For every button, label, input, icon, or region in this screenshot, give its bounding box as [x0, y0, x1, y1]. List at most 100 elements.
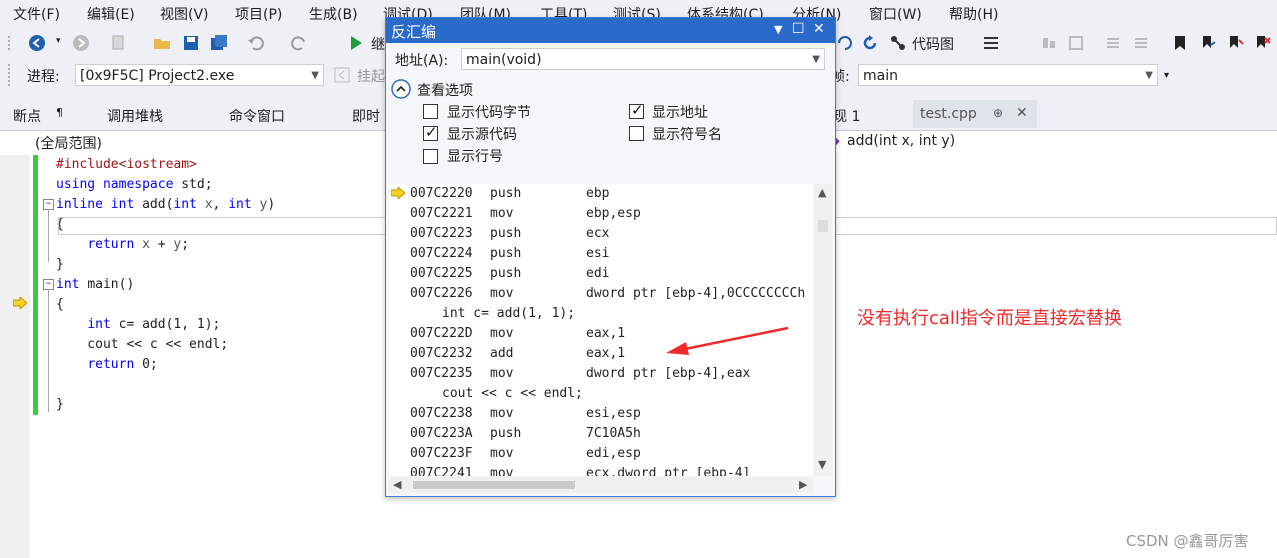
continue-icon[interactable]: [347, 34, 365, 52]
disassembly-title: 反汇编: [391, 23, 437, 41]
menu-build[interactable]: 生成(B): [309, 4, 358, 24]
continue-label[interactable]: 继: [371, 34, 385, 54]
new-project-icon[interactable]: [110, 34, 128, 52]
asm-address: 007C2224: [410, 246, 473, 261]
code-token: return: [87, 357, 143, 372]
editor-gutter[interactable]: [0, 155, 30, 558]
tab-breakpoints[interactable]: 断点: [13, 106, 41, 126]
asm-operands: eax,1: [586, 326, 626, 341]
process-label: 进程:: [27, 69, 60, 85]
asm-opcode: push: [490, 186, 522, 201]
change-indicator: [33, 155, 38, 415]
chevron-down-icon: ▼: [812, 54, 820, 65]
collapse-icon[interactable]: −: [43, 279, 54, 290]
menu-view[interactable]: 视图(V): [160, 4, 209, 24]
window-position-icon[interactable]: ▼: [774, 23, 782, 36]
prev-bookmark-icon[interactable]: [1199, 34, 1217, 52]
back-dropdown-icon[interactable]: ▾: [56, 36, 61, 46]
asm-operands: edi,esp: [586, 446, 641, 461]
vertical-scrollbar[interactable]: ▲ ▼: [814, 184, 832, 476]
distribute-icon[interactable]: [1067, 34, 1085, 52]
redo-icon[interactable]: [290, 34, 308, 52]
asm-operands: dword ptr [ebp-4],eax: [586, 366, 751, 381]
asm-address: 007C2232: [410, 346, 473, 361]
pin-icon[interactable]: ¶: [56, 106, 63, 119]
asm-opcode: mov: [490, 286, 514, 301]
overflow-icon[interactable]: ▾: [1164, 70, 1169, 81]
pin-icon[interactable]: ⊕: [993, 106, 1003, 120]
uncomment-icon[interactable]: [1132, 34, 1150, 52]
disassembly-title-bar[interactable]: 反汇编 ▼ ☐ ✕: [386, 18, 835, 43]
toolbar-grip: [8, 34, 14, 52]
code-token: ;: [181, 237, 190, 252]
collapse-options-icon[interactable]: [391, 79, 411, 99]
asm-opcode: add: [490, 346, 514, 361]
refresh-icon[interactable]: [861, 34, 879, 52]
forward-icon[interactable]: [72, 34, 90, 52]
scroll-down-icon[interactable]: ▼: [818, 458, 826, 471]
code-line: return x + y;: [56, 235, 189, 255]
codemap-icon[interactable]: [889, 34, 907, 52]
asm-address: 007C2223: [410, 226, 473, 241]
code-token: {: [56, 297, 64, 312]
step-icon[interactable]: [836, 34, 854, 52]
show-code-bytes-label: 显示代码字节: [447, 105, 531, 121]
show-code-bytes-checkbox[interactable]: [423, 104, 438, 119]
function-select[interactable]: add(int x, int y): [847, 133, 955, 149]
save-all-icon[interactable]: [210, 34, 228, 52]
back-icon[interactable]: [28, 34, 46, 52]
tab-callstack[interactable]: 调用堆栈: [107, 106, 163, 126]
chevron-down-icon: ▼: [311, 70, 319, 81]
code-token: ,: [212, 197, 229, 212]
menu-edit[interactable]: 编辑(E): [87, 4, 135, 24]
menu-file[interactable]: 文件(F): [13, 4, 60, 24]
suspend-icon[interactable]: [334, 67, 350, 83]
show-line-numbers-label: 显示行号: [447, 149, 503, 165]
tab-immediate[interactable]: 即时: [352, 106, 380, 126]
codemap-label[interactable]: 代码图: [912, 34, 954, 54]
frame-select[interactable]: main ▼: [858, 64, 1158, 86]
code-line: return 0;: [56, 355, 157, 375]
suspend-label[interactable]: 挂起: [357, 66, 385, 86]
close-icon[interactable]: ✕: [813, 21, 825, 37]
maximize-icon[interactable]: ☐: [792, 21, 805, 37]
code-token: x: [142, 237, 150, 252]
scroll-thumb[interactable]: [818, 220, 828, 232]
process-select[interactable]: [0x9F5C] Project2.exe ▼: [75, 64, 324, 86]
asm-operands: eax,1: [586, 346, 626, 361]
tab-other[interactable]: 现 1: [833, 106, 860, 126]
code-token: cout << c << endl;: [56, 337, 229, 352]
comment-icon[interactable]: [1104, 34, 1122, 52]
address-input[interactable]: main(void) ▼: [461, 48, 825, 70]
show-address-checkbox[interactable]: [629, 101, 644, 119]
menu-project[interactable]: 项目(P): [235, 4, 282, 24]
scroll-right-icon[interactable]: ▶: [799, 478, 807, 491]
scroll-left-icon[interactable]: ◀: [393, 478, 401, 491]
tab-command[interactable]: 命令窗口: [229, 106, 285, 126]
code-token: x: [204, 197, 213, 212]
next-bookmark-icon[interactable]: [1226, 34, 1244, 52]
menu-help[interactable]: 帮助(H): [949, 4, 998, 24]
code-token: +: [149, 237, 174, 252]
show-source-checkbox[interactable]: [423, 123, 438, 141]
undo-icon[interactable]: [247, 34, 265, 52]
asm-opcode: push: [490, 246, 522, 261]
annotation-arrow: [666, 326, 789, 355]
menu-window[interactable]: 窗口(W): [869, 4, 922, 24]
scroll-thumb[interactable]: [413, 481, 575, 489]
asm-address: 007C222D: [410, 326, 473, 341]
scroll-up-icon[interactable]: ▲: [818, 186, 826, 199]
show-line-numbers-checkbox[interactable]: [423, 149, 438, 164]
scope-select[interactable]: (全局范围): [35, 133, 102, 153]
align-icon[interactable]: [1040, 34, 1058, 52]
show-symbol-names-checkbox[interactable]: [629, 126, 644, 141]
horizontal-scrollbar[interactable]: ◀ ▶: [389, 477, 813, 493]
threads-icon[interactable]: [982, 34, 1000, 52]
open-folder-icon[interactable]: [153, 34, 171, 52]
collapse-icon[interactable]: −: [43, 199, 54, 210]
save-icon[interactable]: [182, 34, 200, 52]
bookmark-icon[interactable]: [1171, 34, 1189, 52]
tab-file[interactable]: test.cpp ⊕ ✕: [913, 100, 1037, 128]
clear-bookmarks-icon[interactable]: [1253, 34, 1271, 52]
close-icon[interactable]: ✕: [1016, 105, 1028, 121]
